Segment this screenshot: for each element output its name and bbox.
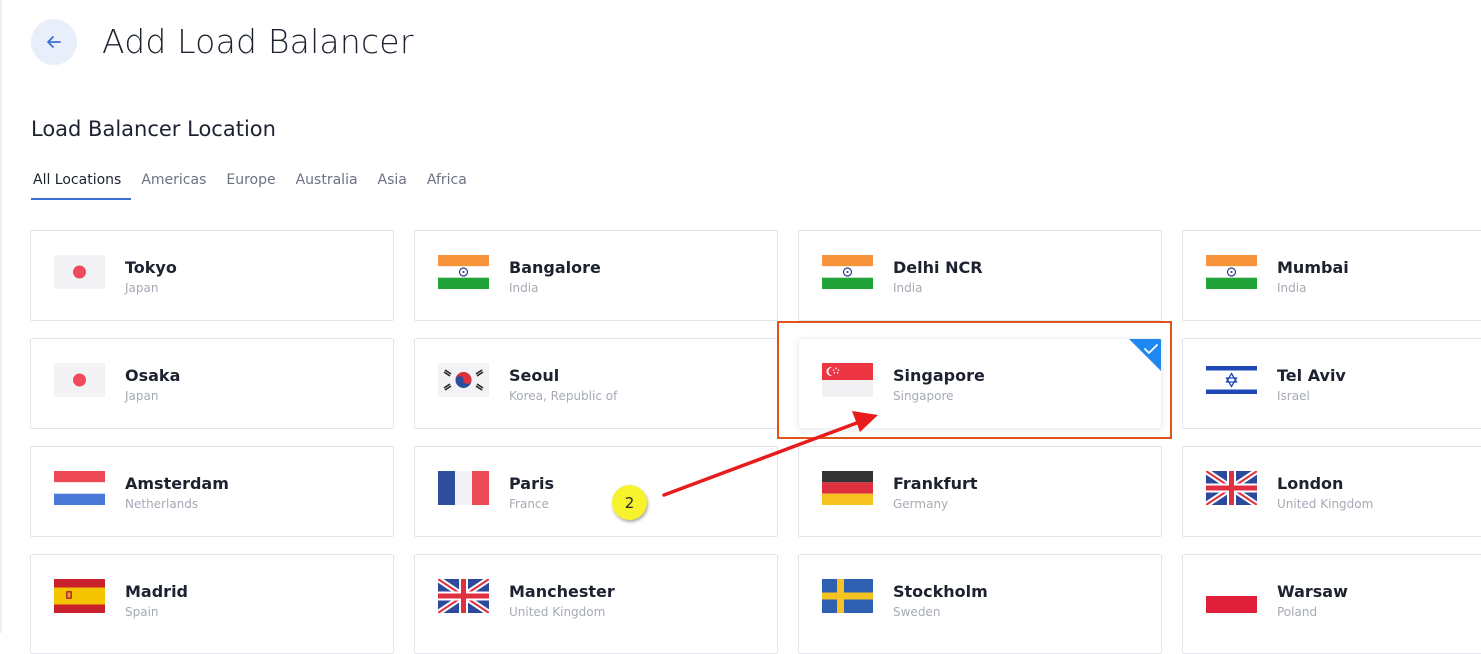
tab-americas[interactable]: Americas (131, 172, 216, 200)
location-country: France (509, 497, 549, 511)
tab-europe[interactable]: Europe (216, 172, 285, 200)
location-card-madrid[interactable]: Madrid Spain (30, 554, 394, 654)
section-title: Load Balancer Location (31, 117, 276, 141)
india-flag-icon (1206, 255, 1257, 289)
tab-australia[interactable]: Australia (286, 172, 368, 200)
location-card-seoul[interactable]: Seoul Korea, Republic of (414, 338, 778, 429)
step-number-badge: 2 (612, 485, 647, 520)
india-flag-icon (438, 255, 489, 289)
france-flag-icon (438, 471, 489, 505)
location-country: India (1277, 281, 1307, 295)
location-card-paris[interactable]: Paris France (414, 446, 778, 537)
location-city: Delhi NCR (893, 258, 983, 277)
location-country: Japan (125, 389, 159, 403)
location-city: Tokyo (125, 258, 177, 277)
netherlands-flag-icon (54, 471, 105, 505)
poland-flag-icon (1206, 579, 1257, 613)
location-city: Osaka (125, 366, 181, 385)
uk-flag-icon (438, 579, 489, 613)
location-country: Poland (1277, 605, 1318, 619)
location-card-delhi-ncr[interactable]: Delhi NCR India (798, 230, 1162, 321)
region-tabs: All Locations Americas Europe Australia … (31, 172, 477, 200)
location-card-tokyo[interactable]: Tokyo Japan (30, 230, 394, 321)
location-country: India (509, 281, 539, 295)
location-country: Sweden (893, 605, 941, 619)
location-card-stockholm[interactable]: Stockholm Sweden (798, 554, 1162, 654)
location-card-manchester[interactable]: Manchester United Kingdom (414, 554, 778, 654)
germany-flag-icon (822, 471, 873, 505)
location-city: Stockholm (893, 582, 988, 601)
location-city: London (1277, 474, 1344, 493)
location-card-warsaw[interactable]: Warsaw Poland (1182, 554, 1481, 654)
israel-flag-icon (1206, 363, 1257, 397)
location-country: Germany (893, 497, 949, 511)
india-flag-icon (822, 255, 873, 289)
japan-flag-icon (54, 363, 105, 397)
location-city: Seoul (509, 366, 560, 385)
location-card-frankfurt[interactable]: Frankfurt Germany (798, 446, 1162, 537)
location-country: Spain (125, 605, 159, 619)
selected-check-icon (1129, 339, 1161, 371)
location-country: United Kingdom (509, 605, 606, 619)
location-city: Madrid (125, 582, 188, 601)
sweden-flag-icon (822, 579, 873, 613)
page-title: Add Load Balancer (102, 22, 414, 61)
location-city: Tel Aviv (1277, 366, 1346, 385)
location-card-tel-aviv[interactable]: Tel Aviv Israel (1182, 338, 1481, 429)
location-city: Warsaw (1277, 582, 1348, 601)
location-country: Japan (125, 281, 159, 295)
page-edge (0, 0, 2, 633)
location-country: Singapore (893, 389, 954, 403)
location-card-bangalore[interactable]: Bangalore India (414, 230, 778, 321)
tab-africa[interactable]: Africa (417, 172, 477, 200)
location-city: Frankfurt (893, 474, 978, 493)
arrow-left-icon (47, 36, 61, 48)
location-card-amsterdam[interactable]: Amsterdam Netherlands (30, 446, 394, 537)
japan-flag-icon (54, 255, 105, 289)
tab-all-locations[interactable]: All Locations (31, 172, 132, 200)
location-city: Manchester (509, 582, 615, 601)
location-card-singapore[interactable]: Singapore Singapore (798, 338, 1162, 429)
location-card-osaka[interactable]: Osaka Japan (30, 338, 394, 429)
back-button[interactable] (31, 19, 77, 65)
location-city: Bangalore (509, 258, 601, 277)
location-card-mumbai[interactable]: Mumbai India (1182, 230, 1481, 321)
location-country: Netherlands (125, 497, 199, 511)
location-country: United Kingdom (1277, 497, 1374, 511)
uk-flag-icon (1206, 471, 1257, 505)
spain-flag-icon (54, 579, 105, 613)
location-city: Mumbai (1277, 258, 1349, 277)
location-card-london[interactable]: London United Kingdom (1182, 446, 1481, 537)
tab-asia[interactable]: Asia (368, 172, 417, 200)
location-country: Israel (1277, 389, 1310, 403)
location-city: Singapore (893, 366, 985, 385)
south-korea-flag-icon (438, 363, 489, 397)
singapore-flag-icon (822, 363, 873, 397)
location-city: Paris (509, 474, 554, 493)
location-country: Korea, Republic of (509, 389, 618, 403)
location-city: Amsterdam (125, 474, 229, 493)
location-country: India (893, 281, 923, 295)
